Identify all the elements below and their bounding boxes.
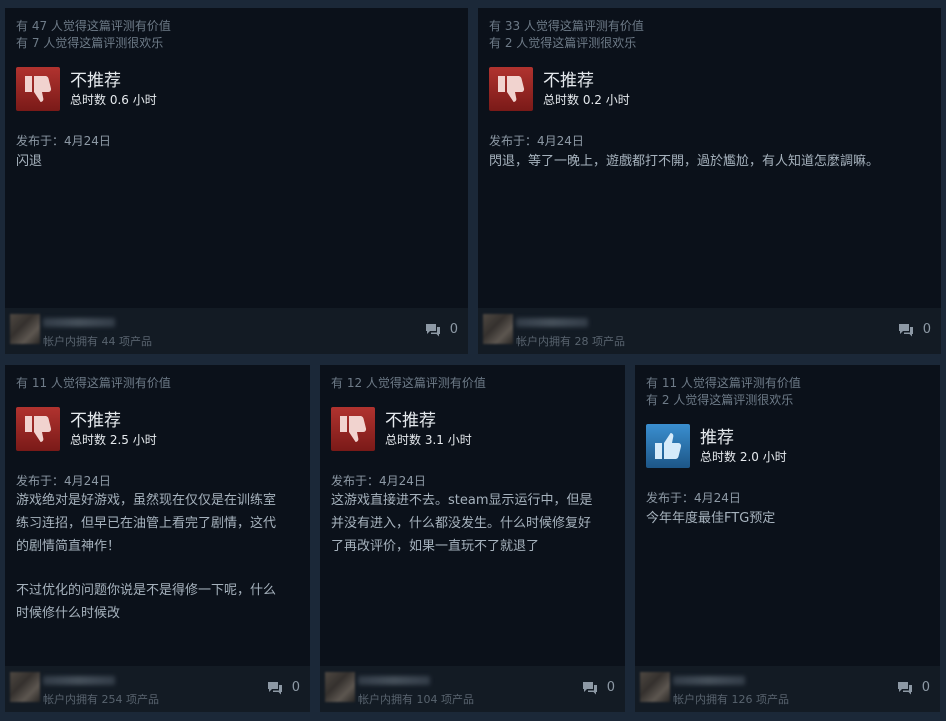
review-text-line: 练习连招，但早已在油管上看完了剧情，这代 [16,516,277,531]
avatar[interactable] [483,314,513,344]
review-verdict[interactable]: 推荐 总时数 2.0 小时 [646,424,787,468]
comment-count: 0 [291,680,300,695]
comment-icon [897,681,912,694]
review-text-line [16,558,298,579]
review-text: 这游戏直接进不去。steam显示运行中，但是 并没有进入，什么都没发生。什么时候… [331,489,613,558]
review-text: 今年年度最佳FTG预定 [646,511,776,526]
funny-count: 有 2 人觉得这篇评测很欢乐 [646,393,794,407]
thumbs-down-icon [16,407,60,451]
verdict-title: 推荐 [700,427,734,448]
review-footer: 帐户内拥有 104 项产品 0 [320,666,625,712]
products-owned: 帐户内拥有 44 项产品 [43,335,152,348]
review-verdict[interactable]: 不推荐 总时数 2.5 小时 [16,407,157,451]
review-text-line: 时候修什么时候改 [16,606,121,621]
hours-played: 总时数 2.5 小时 [70,432,157,447]
hours-played: 总时数 0.2 小时 [543,92,630,107]
review-text-line: 并没有进入，什么都没发生。什么时候修复好 [331,516,592,531]
comment-count: 0 [606,680,615,695]
hours-played: 总时数 0.6 小时 [70,92,157,107]
review-card: 有 12 人觉得这篇评测有价值 不推荐 总时数 3.1 小时 发布于：4月24日… [320,365,625,712]
thumbs-up-icon [646,424,690,468]
review-card: 有 11 人觉得这篇评测有价值 有 2 人觉得这篇评测很欢乐 推荐 总时数 2.… [635,365,940,712]
review-text-line: 的剧情简直神作！ [16,539,121,554]
verdict-title: 不推荐 [385,410,436,431]
review-footer: 帐户内拥有 254 项产品 0 [5,666,310,712]
thumbs-down-icon [489,67,533,111]
helpful-count: 有 33 人觉得这篇评测有价值 [489,19,644,33]
helpful-count: 有 11 人觉得这篇评测有价值 [16,376,171,390]
verdict-title: 不推荐 [543,70,594,91]
review-text: 闪退 [16,154,43,169]
verdict-title: 不推荐 [70,410,121,431]
products-owned: 帐户内拥有 28 项产品 [516,335,625,348]
products-owned: 帐户内拥有 126 项产品 [673,693,789,706]
review-footer: 帐户内拥有 44 项产品 0 [5,308,468,354]
comments-link[interactable]: 0 [267,680,300,695]
review-footer: 帐户内拥有 28 项产品 0 [478,308,941,354]
posted-date: 发布于：4月24日 [489,134,584,148]
avatar[interactable] [325,672,355,702]
author-name[interactable] [43,676,115,685]
helpful-count: 有 12 人觉得这篇评测有价值 [331,376,486,390]
comments-link[interactable]: 0 [898,322,931,337]
comments-link[interactable]: 0 [425,322,458,337]
review-verdict[interactable]: 不推荐 总时数 0.2 小时 [489,67,630,111]
review-card: 有 11 人觉得这篇评测有价值 不推荐 总时数 2.5 小时 发布于：4月24日… [5,365,310,712]
hours-played: 总时数 3.1 小时 [385,432,472,447]
funny-count: 有 2 人觉得这篇评测很欢乐 [489,36,637,50]
helpful-count: 有 11 人觉得这篇评测有价值 [646,376,801,390]
author-name[interactable] [516,318,588,327]
review-card: 有 47 人觉得这篇评测有价值 有 7 人觉得这篇评测很欢乐 不推荐 总时数 0… [5,8,468,354]
author-name[interactable] [673,676,745,685]
review-card: 有 33 人觉得这篇评测有价值 有 2 人觉得这篇评测很欢乐 不推荐 总时数 0… [478,8,941,354]
review-verdict[interactable]: 不推荐 总时数 3.1 小时 [331,407,472,451]
helpful-count: 有 47 人觉得这篇评测有价值 [16,19,171,33]
thumbs-down-icon [16,67,60,111]
review-text: 閃退，等了一晚上，遊戲都打不開，過於尷尬，有人知道怎麼調嘛。 [489,154,880,169]
posted-date: 发布于：4月24日 [16,474,111,488]
review-text-line: 不过优化的问题你说是不是得修一下呢，什么 [16,583,277,598]
posted-date: 发布于：4月24日 [646,491,741,505]
review-verdict[interactable]: 不推荐 总时数 0.6 小时 [16,67,157,111]
avatar[interactable] [10,672,40,702]
products-owned: 帐户内拥有 254 项产品 [43,693,159,706]
comments-link[interactable]: 0 [897,680,930,695]
thumbs-down-icon [331,407,375,451]
review-text-line: 这游戏直接进不去。steam显示运行中，但是 [331,493,593,508]
hours-played: 总时数 2.0 小时 [700,449,787,464]
comment-icon [898,323,913,336]
products-owned: 帐户内拥有 104 项产品 [358,693,474,706]
comment-icon [425,323,440,336]
comment-count: 0 [921,680,930,695]
avatar[interactable] [10,314,40,344]
review-text: 游戏绝对是好游戏，虽然现在仅仅是在训练室 练习连招，但早已在油管上看完了剧情，这… [16,489,298,625]
comment-count: 0 [922,322,931,337]
comment-count: 0 [449,322,458,337]
posted-date: 发布于：4月24日 [16,134,111,148]
review-footer: 帐户内拥有 126 项产品 0 [635,666,940,712]
avatar[interactable] [640,672,670,702]
comment-icon [267,681,282,694]
comments-link[interactable]: 0 [582,680,615,695]
funny-count: 有 7 人觉得这篇评测很欢乐 [16,36,164,50]
author-name[interactable] [43,318,115,327]
posted-date: 发布于：4月24日 [331,474,426,488]
author-name[interactable] [358,676,430,685]
comment-icon [582,681,597,694]
verdict-title: 不推荐 [70,70,121,91]
review-text-line: 游戏绝对是好游戏，虽然现在仅仅是在训练室 [16,493,277,508]
review-text-line: 了再改评价，如果一直玩不了就退了 [331,539,540,554]
